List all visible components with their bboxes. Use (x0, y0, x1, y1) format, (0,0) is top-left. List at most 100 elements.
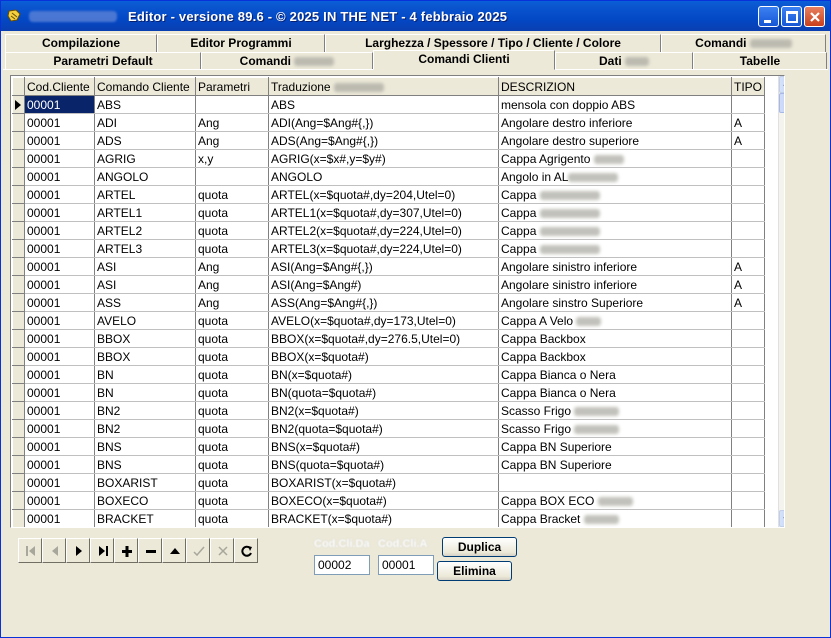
cell-tipo[interactable] (731, 419, 766, 438)
cell-cod-cliente[interactable]: 00001 (24, 401, 95, 420)
table-row[interactable]: 00001 BNS quota BNS(x=$quota#) Cappa BN Supe… (12, 437, 766, 456)
cod-cli-a-field[interactable]: 00001 (378, 555, 434, 575)
prior-record-icon[interactable] (42, 538, 66, 563)
row-indicator[interactable] (12, 131, 25, 150)
cell-comando-cliente[interactable]: AVELO (94, 311, 196, 330)
cell-traduzione[interactable]: AVELO(x=$quota#,dy=173,Utel=0) (268, 311, 499, 330)
cell-tipo[interactable] (731, 239, 766, 258)
refresh-icon[interactable] (234, 538, 258, 563)
cell-cod-cliente[interactable]: 00001 (24, 131, 95, 150)
table-row[interactable]: 00001 ARTEL1 quota ARTEL1(x=$quota#,dy=307,… (12, 203, 766, 222)
title-bar[interactable]: Editor - versione 89.6 - © 2025 IN THE N… (1, 1, 830, 31)
cell-traduzione[interactable]: BBOX(x=$quota#,dy=276.5,Utel=0) (268, 329, 499, 348)
cell-cod-cliente[interactable]: 00001 (24, 221, 95, 240)
cell-tipo[interactable] (731, 491, 766, 510)
cell-traduzione[interactable]: BOXARIST(x=$quota#) (268, 473, 499, 492)
cell-parametri[interactable]: quota (195, 473, 269, 492)
table-row[interactable]: 00001 AVELO quota AVELO(x=$quota#,dy=173,Ut… (12, 311, 766, 330)
cell-cod-cliente[interactable]: 00001 (24, 437, 95, 456)
cell-traduzione[interactable]: ARTEL1(x=$quota#,dy=307,Utel=0) (268, 203, 499, 222)
row-indicator[interactable] (12, 293, 25, 312)
cell-tipo[interactable]: A (731, 275, 766, 294)
cell-parametri[interactable]: quota (195, 419, 269, 438)
cell-comando-cliente[interactable]: BN2 (94, 419, 196, 438)
cell-cod-cliente[interactable]: 00001 (24, 419, 95, 438)
cell-cod-cliente[interactable]: 00001 (24, 239, 95, 258)
row-indicator[interactable] (12, 149, 25, 168)
cell-traduzione[interactable]: ADI(Ang=$Ang#{,}) (268, 113, 499, 132)
tab-parametri-default[interactable]: Parametri Default (5, 52, 201, 70)
cell-comando-cliente[interactable]: ADI (94, 113, 196, 132)
cell-descrizion[interactable]: mensola con doppio ABS (498, 95, 732, 114)
cell-descrizion[interactable]: Cappa A Velo (498, 311, 732, 330)
table-row[interactable]: 00001 ADI Ang ADI(Ang=$Ang#{,}) Angolare des… (12, 113, 766, 132)
col-descrizion[interactable]: DESCRIZION (498, 77, 732, 96)
cell-cod-cliente[interactable]: 00001 (24, 185, 95, 204)
row-indicator[interactable] (12, 383, 25, 402)
cell-parametri[interactable]: Ang (195, 293, 269, 312)
table-row[interactable]: 00001 ADS Ang ADS(Ang=$Ang#{,}) Angolare des… (12, 131, 766, 150)
cell-comando-cliente[interactable]: ANGOLO (94, 167, 196, 186)
cell-comando-cliente[interactable]: ADS (94, 131, 196, 150)
cancel-record-icon[interactable] (210, 538, 234, 563)
next-record-icon[interactable] (66, 538, 90, 563)
table-row[interactable]: 00001 ABS ABS mensola con doppio ABS (12, 95, 766, 114)
row-indicator[interactable] (12, 401, 25, 420)
cell-descrizion[interactable]: Scasso Frigo (498, 401, 732, 420)
cell-tipo[interactable] (731, 365, 766, 384)
table-row[interactable]: 00001 BBOX quota BBOX(x=$quota#,dy=276.5,Ut… (12, 329, 766, 348)
cell-cod-cliente[interactable]: 00001 (24, 293, 95, 312)
col-cod-cliente[interactable]: Cod.Cliente (24, 77, 95, 96)
tab-comandi-2[interactable]: Comandi (201, 52, 373, 70)
cell-tipo[interactable] (731, 401, 766, 420)
cell-parametri[interactable]: quota (195, 509, 269, 527)
cell-tipo[interactable]: A (731, 113, 766, 132)
cell-descrizion[interactable]: Angolare sinistro inferiore (498, 257, 732, 276)
cell-parametri[interactable]: quota (195, 221, 269, 240)
cell-parametri[interactable]: quota (195, 185, 269, 204)
cell-cod-cliente[interactable]: 00001 (24, 347, 95, 366)
cell-traduzione[interactable]: AGRIG(x=$x#,y=$y#) (268, 149, 499, 168)
cell-descrizion[interactable]: Cappa Agrigento (498, 149, 732, 168)
row-indicator[interactable] (12, 455, 25, 474)
cell-tipo[interactable] (731, 509, 766, 527)
tab-editor-programmi[interactable]: Editor Programmi (157, 34, 325, 52)
row-indicator[interactable] (12, 95, 25, 114)
cell-cod-cliente[interactable]: 00001 (24, 257, 95, 276)
cell-comando-cliente[interactable]: BN2 (94, 401, 196, 420)
cell-traduzione[interactable]: ASI(Ang=$Ang#{,}) (268, 257, 499, 276)
tab-tabelle[interactable]: Tabelle (693, 52, 827, 70)
cell-parametri[interactable]: quota (195, 347, 269, 366)
table-row[interactable]: 00001 BOXECO quota BOXECO(x=$quota#) Cappa B… (12, 491, 766, 510)
duplica-button[interactable]: Duplica (442, 537, 517, 557)
cell-parametri[interactable]: quota (195, 203, 269, 222)
cell-traduzione[interactable]: BN2(quota=$quota#) (268, 419, 499, 438)
cell-parametri[interactable]: Ang (195, 113, 269, 132)
row-indicator[interactable] (12, 365, 25, 384)
cell-cod-cliente[interactable]: 00001 (24, 149, 95, 168)
cell-cod-cliente[interactable]: 00001 (24, 491, 95, 510)
cell-comando-cliente[interactable]: BRACKET (94, 509, 196, 527)
cell-tipo[interactable] (731, 437, 766, 456)
cell-tipo[interactable] (731, 149, 766, 168)
cell-traduzione[interactable]: BN2(x=$quota#) (268, 401, 499, 420)
table-row[interactable]: 00001 ASS Ang ASS(Ang=$Ang#{,}) Angolare sin… (12, 293, 766, 312)
row-indicator[interactable] (12, 491, 25, 510)
cell-descrizion[interactable]: Angolare sinstro Superiore (498, 293, 732, 312)
tab-comandi-1[interactable]: Comandi (661, 34, 826, 52)
cell-descrizion[interactable]: Cappa (498, 185, 732, 204)
row-indicator[interactable] (12, 185, 25, 204)
cell-traduzione[interactable]: ARTEL(x=$quota#,dy=204,Utel=0) (268, 185, 499, 204)
cell-tipo[interactable] (731, 347, 766, 366)
cell-tipo[interactable] (731, 311, 766, 330)
cell-tipo[interactable] (731, 221, 766, 240)
cell-traduzione[interactable]: BN(quota=$quota#) (268, 383, 499, 402)
cell-traduzione[interactable]: ASI(Ang=$Ang#) (268, 275, 499, 294)
table-row[interactable]: 00001 ASI Ang ASI(Ang=$Ang#) Angolare sinist… (12, 275, 766, 294)
row-indicator[interactable] (12, 347, 25, 366)
cell-descrizion[interactable]: Cappa (498, 221, 732, 240)
cell-comando-cliente[interactable]: ARTEL (94, 185, 196, 204)
cell-parametri[interactable]: quota (195, 311, 269, 330)
close-button[interactable] (804, 6, 825, 27)
cell-tipo[interactable]: A (731, 131, 766, 150)
